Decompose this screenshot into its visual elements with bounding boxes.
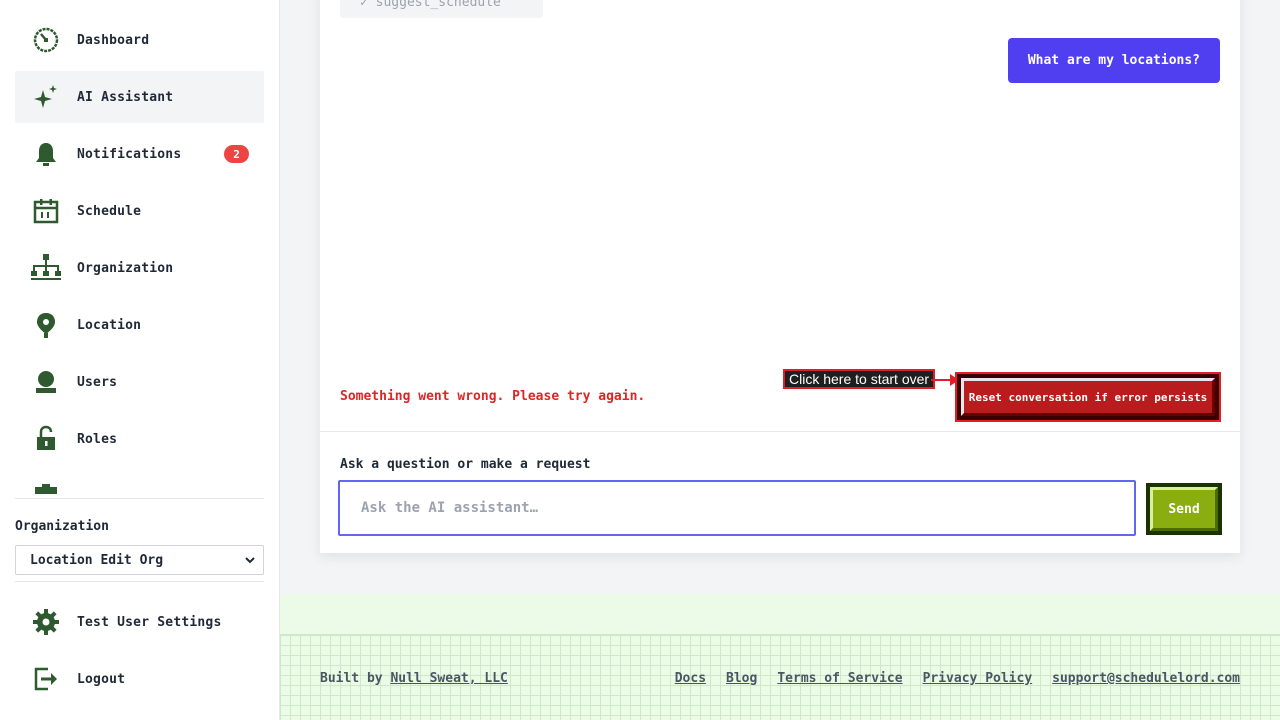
footer-link-privacy[interactable]: Privacy Policy xyxy=(923,671,1033,686)
bell-icon xyxy=(30,138,62,170)
sidebar-item-organization[interactable]: Organization xyxy=(15,242,264,294)
sidebar-item-dashboard[interactable]: Dashboard xyxy=(15,14,264,66)
sidebar-bottom-nav: Test User Settings Logout xyxy=(15,596,264,710)
built-by-link[interactable]: Null Sweat, LLC xyxy=(390,671,507,686)
error-message: Something went wrong. Please try again. xyxy=(340,389,646,404)
sidebar-item-more[interactable] xyxy=(15,470,264,494)
gear-icon xyxy=(30,606,62,638)
dashboard-icon xyxy=(30,24,62,56)
footer-links: Docs Blog Terms of Service Privacy Polic… xyxy=(675,671,1240,686)
sidebar-divider xyxy=(15,498,264,499)
chat-divider xyxy=(320,431,1240,432)
user-icon xyxy=(30,366,62,398)
org-chart-icon xyxy=(30,252,62,284)
sidebar: Dashboard AI Assistant Notifications 2 S… xyxy=(0,0,280,720)
sidebar-item-label: Location xyxy=(77,317,142,333)
lock-icon xyxy=(30,423,62,455)
footer-link-support-email[interactable]: support@schedulelord.com xyxy=(1052,671,1240,686)
send-button-frame: Send xyxy=(1146,483,1222,535)
user-message-bubble: What are my locations? xyxy=(1007,38,1220,83)
sidebar-divider xyxy=(15,581,264,582)
sidebar-item-label: AI Assistant xyxy=(77,89,174,105)
sidebar-item-label: Notifications xyxy=(77,146,182,162)
sidebar-item-label: Users xyxy=(77,374,118,390)
map-pin-icon xyxy=(30,309,62,341)
sparkle-icon xyxy=(30,81,62,113)
footer-built-by: Built by Null Sweat, LLC xyxy=(320,671,508,686)
logout-icon xyxy=(30,663,62,695)
sidebar-item-schedule[interactable]: Schedule xyxy=(15,185,264,237)
organization-label: Organization xyxy=(15,519,109,534)
sidebar-item-label: Logout xyxy=(77,671,126,687)
footer-link-terms[interactable]: Terms of Service xyxy=(777,671,902,686)
chat-panel: ✓ suggest_schedule What are my locations… xyxy=(320,0,1240,553)
sidebar-item-label: Organization xyxy=(77,260,174,276)
sidebar-item-ai-assistant[interactable]: AI Assistant xyxy=(15,71,264,123)
sidebar-item-label: Dashboard xyxy=(77,32,150,48)
chat-input-label: Ask a question or make a request xyxy=(340,457,591,472)
sidebar-item-location[interactable]: Location xyxy=(15,299,264,351)
sidebar-item-label: Test User Settings xyxy=(77,614,222,630)
briefcase-icon xyxy=(30,480,62,494)
tool-call-chip: ✓ suggest_schedule xyxy=(340,0,543,18)
footer-link-docs[interactable]: Docs xyxy=(675,671,706,686)
sidebar-item-notifications[interactable]: Notifications 2 xyxy=(15,128,264,180)
sidebar-item-logout[interactable]: Logout xyxy=(15,653,264,705)
footer-link-blog[interactable]: Blog xyxy=(726,671,757,686)
reset-button-frame: Reset conversation if error persists xyxy=(955,372,1221,422)
start-over-annotation: Click here to start over xyxy=(783,369,936,389)
chevron-down-icon xyxy=(245,553,255,568)
chat-input[interactable] xyxy=(338,480,1136,536)
sidebar-item-roles[interactable]: Roles xyxy=(15,413,264,465)
notification-count-badge: 2 xyxy=(224,145,249,163)
sidebar-item-label: Roles xyxy=(77,431,118,447)
organization-select[interactable]: Location Edit Org xyxy=(15,545,264,575)
sidebar-item-users[interactable]: Users xyxy=(15,356,264,408)
send-button[interactable]: Send xyxy=(1150,487,1218,531)
calendar-icon xyxy=(30,195,62,227)
sidebar-item-test-user-settings[interactable]: Test User Settings xyxy=(15,596,264,648)
sidebar-nav: Dashboard AI Assistant Notifications 2 S… xyxy=(15,14,264,494)
sidebar-item-label: Schedule xyxy=(77,203,142,219)
reset-conversation-button[interactable]: Reset conversation if error persists xyxy=(961,378,1215,416)
built-by-prefix: Built by xyxy=(320,671,383,686)
organization-select-value: Location Edit Org xyxy=(30,552,164,568)
